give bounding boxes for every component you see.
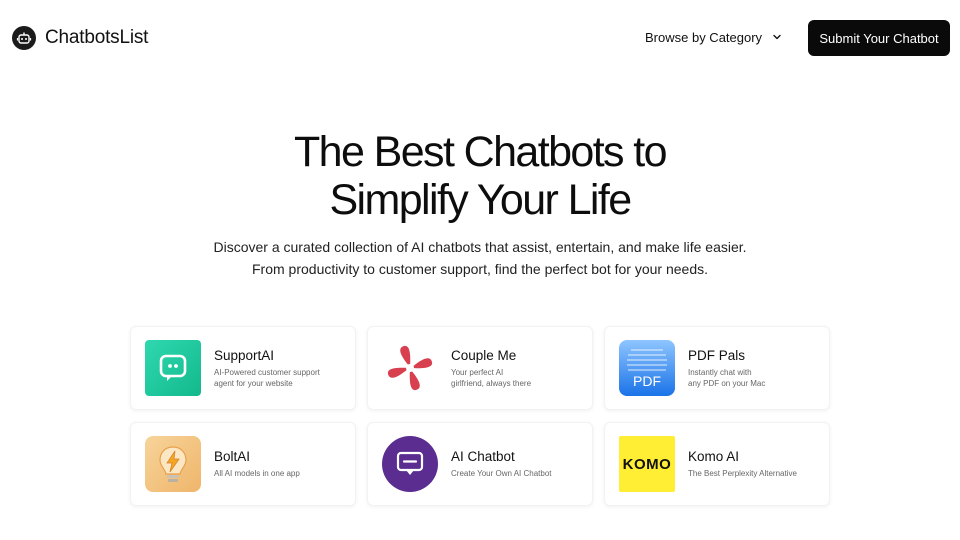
pdf-icon: PDF [619, 340, 675, 396]
page-subtitle: Discover a curated collection of AI chat… [0, 236, 960, 280]
chatbot-card-pdf-pals[interactable]: PDF PDF Pals Instantly chat with any PDF… [604, 326, 830, 410]
title-line-1: The Best Chatbots to [294, 128, 668, 176]
chat-bubble-icon [145, 340, 201, 396]
browse-category-dropdown[interactable]: Browse by Category [645, 30, 782, 45]
message-bubble-icon [382, 436, 438, 492]
chatbot-name: SupportAI [214, 347, 275, 363]
chatbot-name: Komo AI [688, 449, 740, 464]
subtitle-line-2: From productivity to customer support, f… [252, 261, 708, 277]
chatbot-card-boltai[interactable]: BoltAI All AI models in one app [130, 422, 356, 506]
top-nav: ChatbotsList Browse by Category Submit Y… [0, 0, 960, 76]
komo-logo: KOMO [619, 436, 675, 492]
chatbot-description: All AI models in one app [214, 469, 300, 478]
svg-text:PDF: PDF [633, 373, 661, 389]
submit-chatbot-button[interactable]: Submit Your Chatbot [808, 20, 950, 56]
chatbot-description: Create Your Own AI Chatbot [451, 469, 552, 478]
chatbot-card-komo-ai[interactable]: KOMO Komo AI The Best Perplexity Alterna… [604, 422, 830, 506]
komo-logo-text: KOMO [622, 455, 672, 473]
brand[interactable]: ChatbotsList [12, 26, 148, 50]
chatbot-description: The Best Perplexity Alternative [688, 469, 797, 478]
hearts-knot-icon [382, 340, 438, 396]
chatbot-name: AI Chatbot [451, 449, 515, 464]
title-line-2: Simplify Your Life [329, 176, 632, 224]
chatbot-description: Instantly chat with any PDF on your Mac [688, 367, 766, 388]
chevron-down-icon [772, 30, 782, 45]
brand-name: ChatbotsList [45, 27, 149, 48]
chatbot-name: PDF Pals [688, 347, 746, 363]
chatbot-grid: SupportAI AI-Powered customer support ag… [130, 326, 830, 506]
chatbot-card-supportai[interactable]: SupportAI AI-Powered customer support ag… [130, 326, 356, 410]
browse-label: Browse by Category [645, 30, 763, 45]
chatbot-card-ai-chatbot[interactable]: AI Chatbot Create Your Own AI Chatbot [367, 422, 593, 506]
chatbot-name: BoltAI [214, 449, 251, 464]
chatbot-card-couple-me[interactable]: Couple Me Your perfect AI girlfriend, al… [367, 326, 593, 410]
page-title: The Best Chatbots to Simplify Your Life [0, 128, 960, 224]
chatbot-description: AI-Powered customer support agent for yo… [214, 367, 320, 388]
subtitle-line-1: Discover a curated collection of AI chat… [213, 239, 747, 255]
lightbulb-bolt-icon [145, 436, 201, 492]
robot-icon [12, 26, 36, 50]
chatbot-description: Your perfect AI girlfriend, always there [451, 367, 532, 388]
chatbot-name: Couple Me [451, 347, 517, 363]
